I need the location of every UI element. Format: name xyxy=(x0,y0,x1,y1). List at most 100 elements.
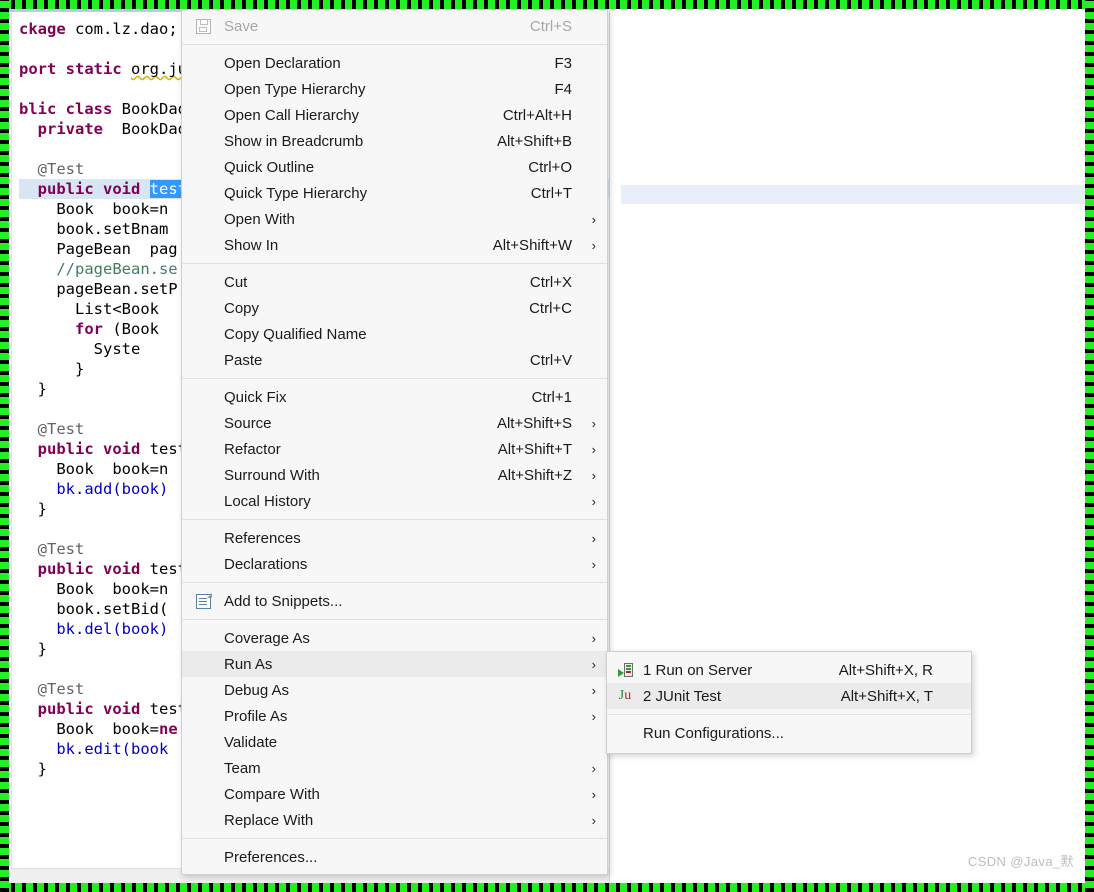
menu-item-label: Open With xyxy=(224,210,295,228)
menu-item-label: Replace With xyxy=(224,811,314,829)
code-token: book.setBnam xyxy=(56,220,169,238)
code-token: public void xyxy=(37,180,141,198)
selection-border-right xyxy=(1085,0,1094,892)
menu-item-label: Team xyxy=(224,759,261,777)
menu-item-shortcut: Ctrl+Alt+H xyxy=(502,106,572,124)
chevron-right-icon: › xyxy=(591,493,596,509)
save-icon xyxy=(182,18,224,34)
code-token: @Test xyxy=(37,540,85,558)
context-menu-item-profile-as[interactable]: Profile As › xyxy=(182,703,607,729)
menu-separator xyxy=(182,44,607,45)
context-menu-item-quick-fix[interactable]: Quick FixCtrl+1› xyxy=(182,384,607,410)
menu-item-label: Save xyxy=(224,17,259,35)
code-token: public void xyxy=(37,700,141,718)
menu-item-label: Compare With xyxy=(224,785,320,803)
context-menu-item-preferences[interactable]: Preferences...› xyxy=(182,844,607,870)
menu-item-shortcut: Ctrl+S xyxy=(529,17,572,35)
code-token: } xyxy=(37,500,48,518)
menu-item-label: Quick Outline xyxy=(224,158,315,176)
run-as-item-run-configurations[interactable]: Run Configurations...› xyxy=(607,720,971,746)
code-token: private xyxy=(37,120,103,138)
menu-separator xyxy=(607,714,971,715)
menu-separator xyxy=(182,838,607,839)
context-menu-item-surround-with[interactable]: Surround With Alt+Shift+Z › xyxy=(182,462,607,488)
context-menu-item-refactor[interactable]: Refactor Alt+Shift+T › xyxy=(182,436,607,462)
menu-separator xyxy=(182,582,607,583)
save-icon-glyph xyxy=(195,18,211,34)
menu-item-shortcut: Alt+Shift+X, R xyxy=(838,661,933,679)
chevron-right-icon: › xyxy=(591,530,596,546)
run-on-server-icon-glyph xyxy=(617,662,633,678)
watermark: CSDN @Java_默 xyxy=(967,854,1074,869)
menu-item-label: Declarations xyxy=(224,555,308,573)
menu-item-label: Coverage As xyxy=(224,629,310,647)
context-menu-item-coverage-as[interactable]: Coverage As › xyxy=(182,625,607,651)
chevron-right-icon: › xyxy=(591,211,596,227)
context-menu-item-cut[interactable]: CutCtrl+X› xyxy=(182,269,607,295)
code-token: PageBean pag xyxy=(56,240,178,258)
context-menu-item-open-with[interactable]: Open With › xyxy=(182,206,607,232)
context-menu-item-run-as[interactable]: Run As › xyxy=(182,651,607,677)
menu-item-label: 2 JUnit Test xyxy=(643,687,722,705)
menu-item-label: Copy xyxy=(224,299,260,317)
menu-separator xyxy=(182,519,607,520)
context-menu-item-save: SaveCtrl+S› xyxy=(182,13,607,39)
menu-item-label: Show In xyxy=(224,236,279,254)
menu-item-label: Validate xyxy=(224,733,278,751)
context-menu-item-compare-with[interactable]: Compare With › xyxy=(182,781,607,807)
context-menu-item-debug-as[interactable]: Debug As › xyxy=(182,677,607,703)
context-menu-item-declarations[interactable]: Declarations › xyxy=(182,551,607,577)
menu-item-label: References xyxy=(224,529,301,547)
context-menu-item-open-type-hierarchy[interactable]: Open Type HierarchyF4› xyxy=(182,76,607,102)
menu-item-label: 1 Run on Server xyxy=(643,661,753,679)
run-as-submenu[interactable]: 1 Run on ServerAlt+Shift+X, R›Ju2 JUnit … xyxy=(606,651,972,754)
chevron-right-icon: › xyxy=(591,656,596,672)
junit-icon-glyph: Ju xyxy=(618,688,632,703)
code-token: bk.del(book) xyxy=(56,620,169,638)
menu-item-shortcut: Alt+Shift+X, T xyxy=(840,687,933,705)
context-menu-item-team[interactable]: Team › xyxy=(182,755,607,781)
context-menu-item-copy-qualified-name[interactable]: Copy Qualified Name› xyxy=(182,321,607,347)
menu-item-label: Open Call Hierarchy xyxy=(224,106,360,124)
code-token: } xyxy=(37,640,48,658)
menu-item-label: Quick Fix xyxy=(224,388,287,406)
run-as-item-1-run-on-server[interactable]: 1 Run on ServerAlt+Shift+X, R› xyxy=(607,657,971,683)
context-menu-item-replace-with[interactable]: Replace With › xyxy=(182,807,607,833)
code-token: ckage xyxy=(19,20,66,38)
menu-item-label: Quick Type Hierarchy xyxy=(224,184,368,202)
run-on-server-icon xyxy=(607,662,643,678)
context-menu-item-paste[interactable]: PasteCtrl+V› xyxy=(182,347,607,373)
menu-item-label: Show in Breadcrumb xyxy=(224,132,364,150)
context-menu-item-quick-type-hierarchy[interactable]: Quick Type HierarchyCtrl+T› xyxy=(182,180,607,206)
context-menu-item-show-in[interactable]: Show In Alt+Shift+W › xyxy=(182,232,607,258)
context-menu-item-validate[interactable]: Validate› xyxy=(182,729,607,755)
menu-item-shortcut: Alt+Shift+T xyxy=(497,440,572,458)
menu-item-shortcut: Ctrl+V xyxy=(529,351,572,369)
selection-border-left xyxy=(0,0,9,892)
context-menu-item-show-in-breadcrumb[interactable]: Show in BreadcrumbAlt+Shift+B› xyxy=(182,128,607,154)
context-menu-item-source[interactable]: Source Alt+Shift+S › xyxy=(182,410,607,436)
menu-item-label: Surround With xyxy=(224,466,320,484)
context-menu-item-copy[interactable]: CopyCtrl+C› xyxy=(182,295,607,321)
context-menu-item-references[interactable]: References › xyxy=(182,525,607,551)
menu-item-shortcut: Ctrl+O xyxy=(528,158,572,176)
context-menu-item-open-declaration[interactable]: Open DeclarationF3› xyxy=(182,50,607,76)
editor-context-menu[interactable]: Save Ctrl+S › Open Declaration F3 › Open Type … xyxy=(181,9,608,875)
context-menu-item-local-history[interactable]: Local History › xyxy=(182,488,607,514)
run-as-item-2-junit-test[interactable]: Ju2 JUnit TestAlt+Shift+X, T› xyxy=(607,683,971,709)
code-token: @Test xyxy=(37,160,85,178)
menu-item-shortcut: Alt+Shift+Z xyxy=(497,466,572,484)
code-token: public void xyxy=(37,440,141,458)
context-menu-item-add-to-snippets[interactable]: Add to Snippets...› xyxy=(182,588,607,614)
context-menu-item-quick-outline[interactable]: Quick OutlineCtrl+O› xyxy=(182,154,607,180)
chevron-right-icon: › xyxy=(591,237,596,253)
code-token: //pageBean.se xyxy=(56,260,178,278)
code-token: bk.edit(book xyxy=(56,740,169,758)
screenshot-root: ckage com.lz.dao; port static org.jur bl… xyxy=(0,0,1094,892)
snippet-icon-glyph xyxy=(195,592,212,609)
menu-item-label: Run As xyxy=(224,655,273,673)
chevron-right-icon: › xyxy=(591,812,596,828)
context-menu-item-open-call-hierarchy[interactable]: Open Call HierarchyCtrl+Alt+H› xyxy=(182,102,607,128)
